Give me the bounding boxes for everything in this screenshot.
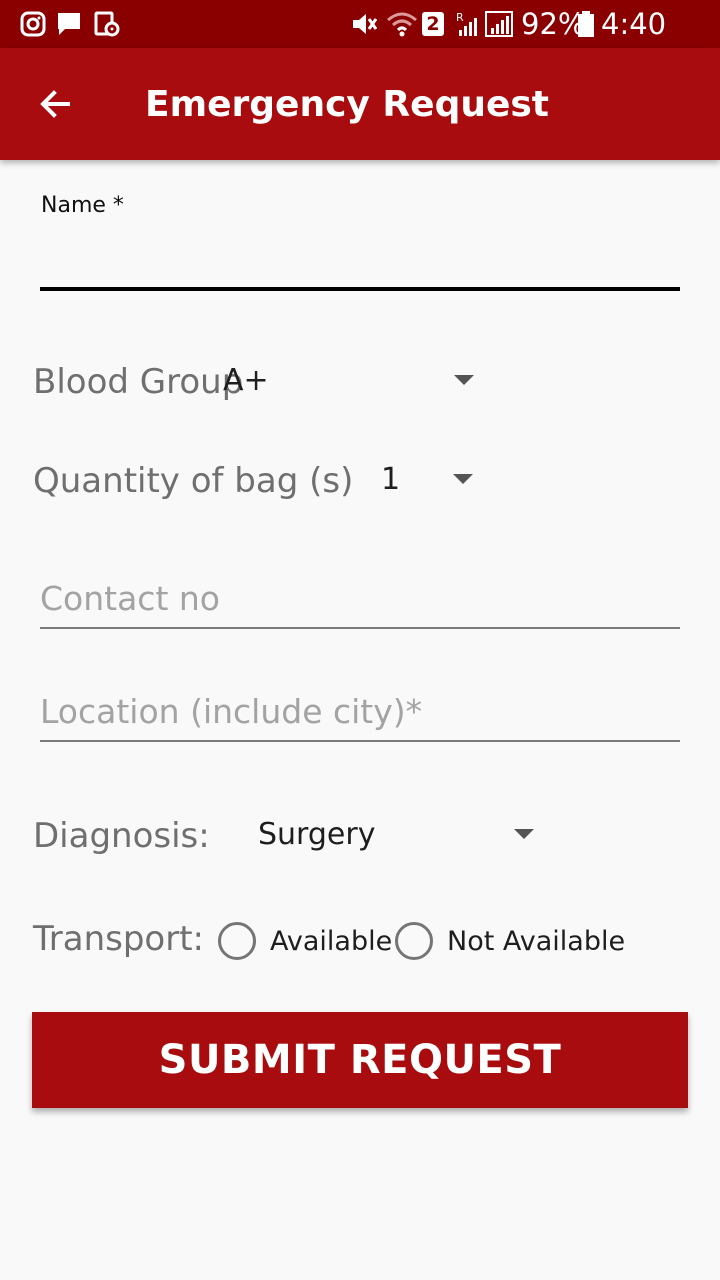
location-field[interactable]: Location (include city)*: [40, 683, 680, 741]
name-label: Name *: [41, 193, 124, 218]
blood-group-spinner[interactable]: A+: [220, 356, 490, 408]
battery-icon: [578, 11, 594, 37]
message-icon: [58, 13, 80, 35]
instagram-icon: [20, 11, 46, 37]
status-bar: 2 R 92% 4:40 am: [0, 0, 720, 77]
location-underline: [40, 740, 680, 742]
page-title: Emergency Request: [145, 84, 550, 125]
radio-available[interactable]: Available: [216, 918, 392, 964]
mute-icon: [353, 14, 378, 34]
signal-icon: R: [456, 11, 513, 37]
chevron-down-icon: [454, 375, 474, 385]
svg-text:R: R: [456, 11, 464, 24]
chevron-down-icon: [453, 474, 473, 484]
radio-circle: [218, 922, 256, 960]
radio-circle: [395, 922, 433, 960]
arrow-back-icon[interactable]: [34, 82, 78, 126]
blood-group-label: Blood Group: [33, 362, 244, 402]
blood-group-value: A+: [223, 363, 269, 398]
location-placeholder: Location (include city)*: [40, 692, 423, 731]
diagnosis-value: Surgery: [258, 817, 376, 852]
quantity-label: Quantity of bag (s): [33, 461, 354, 501]
radio-not-available-label: Not Available: [447, 926, 626, 957]
contact-underline: [40, 627, 680, 629]
app-bar: Emergency Request: [0, 48, 720, 160]
name-input[interactable]: [40, 230, 680, 288]
sim-badge-icon: 2: [422, 12, 444, 36]
contact-placeholder: Contact no: [40, 579, 220, 618]
radio-available-label: Available: [270, 926, 393, 957]
quantity-spinner[interactable]: 1: [370, 455, 490, 507]
contact-field[interactable]: Contact no: [40, 570, 680, 628]
sim-badge-label: 2: [426, 13, 440, 35]
quantity-value: 1: [381, 462, 401, 497]
submit-request-button[interactable]: SUBMIT REQUEST: [32, 1012, 688, 1108]
transport-label: Transport:: [33, 919, 204, 959]
diagnosis-spinner[interactable]: Surgery: [250, 810, 550, 862]
sync-document-icon: [94, 11, 120, 37]
name-underline: [40, 287, 680, 291]
wifi-icon: [387, 12, 417, 37]
diagnosis-label: Diagnosis:: [33, 816, 210, 856]
radio-not-available[interactable]: Not Available: [393, 918, 626, 964]
chevron-down-icon: [514, 829, 534, 839]
